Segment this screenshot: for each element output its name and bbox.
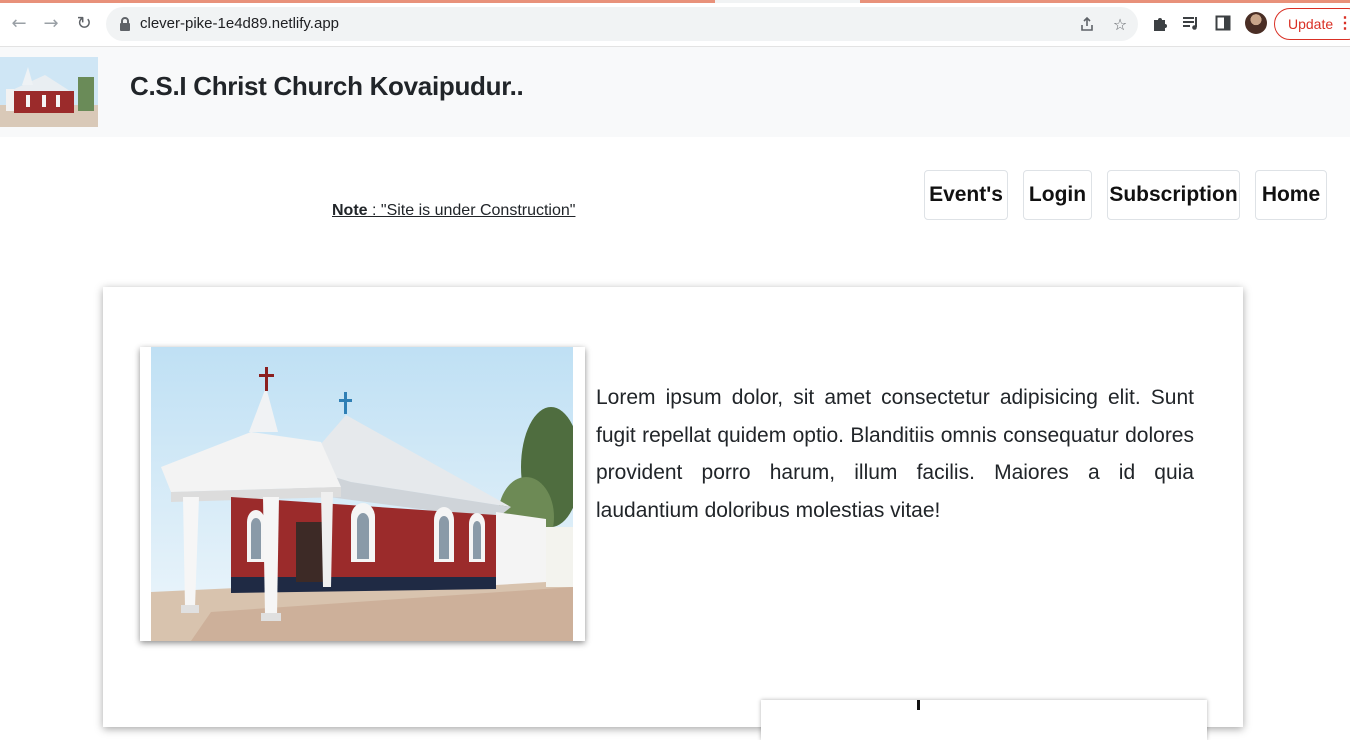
update-button[interactable]: Update ⋮ — [1274, 8, 1350, 40]
profile-avatar[interactable] — [1245, 12, 1267, 34]
tab-strip-edge — [0, 0, 1350, 3]
home-button[interactable]: Home — [1255, 170, 1327, 220]
site-header: C.S.I Christ Church Kovaipudur.. — [0, 47, 1350, 137]
side-panel-icon[interactable] — [1213, 13, 1233, 33]
browser-toolbar: ← → ↻ clever-pike-1e4d89.netlify.app ☆ U… — [0, 0, 1350, 47]
site-title: C.S.I Christ Church Kovaipudur.. — [130, 71, 524, 101]
subscription-button[interactable]: Subscription — [1107, 170, 1240, 220]
intro-card: Lorem ipsum dolor, sit amet consectetur … — [103, 287, 1243, 740]
update-label: Update — [1288, 16, 1334, 32]
login-button[interactable]: Login — [1023, 170, 1092, 220]
events-button[interactable]: Event's — [924, 170, 1008, 220]
construction-note: Note : "Site is under Construction" — [332, 202, 575, 220]
reload-icon[interactable]: ↻ — [73, 12, 95, 34]
note-label: Note — [332, 202, 368, 219]
church-photo — [140, 347, 585, 641]
church-logo[interactable] — [0, 57, 98, 127]
url-text[interactable]: clever-pike-1e4d89.netlify.app — [140, 15, 339, 32]
reading-list-icon[interactable] — [1181, 13, 1201, 33]
address-bar[interactable]: clever-pike-1e4d89.netlify.app ☆ — [106, 7, 1138, 41]
share-icon[interactable] — [1078, 15, 1096, 33]
forward-arrow-icon[interactable]: → — [40, 12, 62, 34]
lock-icon — [120, 17, 130, 31]
secondary-card — [761, 700, 1207, 740]
intro-paragraph: Lorem ipsum dolor, sit amet consectetur … — [596, 386, 1194, 522]
kebab-menu-icon[interactable]: ⋮ — [1337, 9, 1350, 39]
note-text: : "Site is under Construction" — [367, 202, 576, 219]
puzzle-icon[interactable] — [1150, 13, 1170, 33]
card-divider — [917, 700, 920, 710]
back-arrow-icon[interactable]: ← — [8, 12, 30, 34]
bookmark-star-icon[interactable]: ☆ — [1111, 15, 1129, 34]
